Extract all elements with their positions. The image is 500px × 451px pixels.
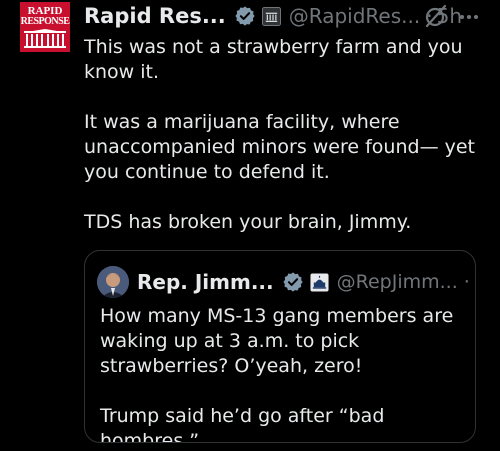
- quoted-author-avatar[interactable]: [97, 266, 129, 298]
- tweet-paragraph: This was not a strawberry farm and you k…: [84, 36, 463, 83]
- tweet-paragraph: It was a marijuana facility, where unacc…: [84, 111, 476, 183]
- tweet-body: This was not a strawberry farm and you k…: [84, 35, 484, 235]
- capitol-icon[interactable]: [310, 272, 329, 292]
- verified-badge-icon[interactable]: [282, 271, 304, 293]
- white-house-icon[interactable]: [261, 6, 281, 26]
- avatar-line2: RESPONSE: [20, 16, 70, 27]
- separator-dot: ·: [463, 271, 470, 293]
- quoted-author-display-name[interactable]: Rep. Jimm...: [137, 270, 274, 294]
- author-display-name[interactable]: Rapid Res...: [84, 4, 226, 28]
- person-portrait: [97, 266, 129, 298]
- quoted-tweet-body: How many MS-13 gang members are waking u…: [100, 304, 472, 443]
- quoted-author-handle[interactable]: @RepJimm...: [337, 271, 458, 293]
- quoted-tweet-header: Rep. Jimm... @RepJimm... · 13h: [137, 268, 475, 296]
- quoted-tweet[interactable]: Rep. Jimm... @RepJimm... · 13h How many …: [84, 250, 476, 443]
- grok-icon[interactable]: [424, 4, 448, 28]
- quoted-post-time[interactable]: 13h: [474, 271, 475, 293]
- author-handle[interactable]: @RapidRes...: [289, 4, 420, 28]
- quoted-paragraph: How many MS-13 gang members are waking u…: [100, 305, 454, 377]
- verified-badge-icon[interactable]: [234, 5, 256, 27]
- more-icon[interactable]: [457, 5, 481, 29]
- tweet[interactable]: RAPID RESPONSE Rapid Res... @RapidRes...…: [0, 0, 500, 451]
- tweet-header: Rapid Res... @RapidRes... · 5h: [84, 1, 462, 31]
- author-avatar[interactable]: RAPID RESPONSE: [20, 2, 70, 52]
- tweet-paragraph: TDS has broken your brain, Jimmy.: [84, 211, 412, 233]
- quoted-paragraph: Trump said he’d go after “bad hombres,” …: [100, 405, 385, 443]
- white-house-drawing: [24, 29, 66, 48]
